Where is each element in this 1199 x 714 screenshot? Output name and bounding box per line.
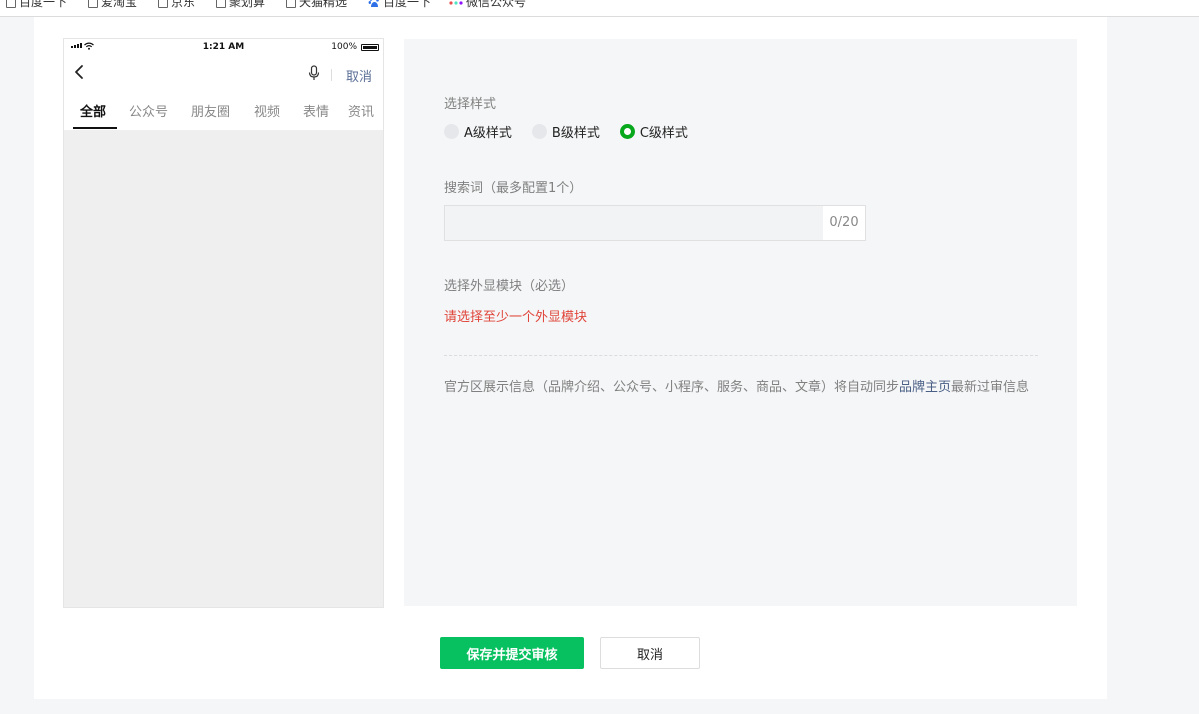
tab-videos[interactable]: 视频 bbox=[254, 101, 280, 120]
radio-icon bbox=[531, 124, 547, 139]
radio-icon bbox=[444, 124, 459, 139]
style-option-a[interactable]: A级样式 bbox=[444, 122, 512, 141]
page-icon bbox=[88, 0, 98, 8]
page-icon bbox=[6, 0, 16, 8]
active-tab-indicator bbox=[73, 127, 117, 129]
section-divider bbox=[444, 355, 1038, 356]
style-option-c[interactable]: C级样式 bbox=[619, 122, 688, 141]
bookmark-item[interactable]: 聚划算 bbox=[216, 0, 265, 9]
bookmark-item[interactable]: 百度一下 bbox=[6, 0, 67, 9]
divider bbox=[331, 69, 332, 81]
note-text: 官方区展示信息（品牌介绍、公众号、小程序、服务、商品、文章）将自动同步 bbox=[444, 380, 900, 395]
bookmark-item[interactable]: 微信公众号 bbox=[449, 0, 526, 9]
style-option-b[interactable]: B级样式 bbox=[531, 122, 600, 141]
bookmarks-bar: 百度一下 爱淘宝 京东 聚划算 天猫精选 百度一下 微信公众号 bbox=[0, 0, 1199, 17]
status-bar: 1:21 AM 100% bbox=[64, 39, 383, 57]
tab-moments[interactable]: 朋友圈 bbox=[191, 101, 230, 120]
preview-cancel-link[interactable]: 取消 bbox=[346, 66, 372, 85]
search-nav: 取消 bbox=[64, 57, 383, 91]
bookmark-item[interactable]: 爱淘宝 bbox=[88, 0, 137, 9]
bookmark-label: 聚划算 bbox=[229, 0, 266, 9]
battery-icon bbox=[361, 44, 379, 51]
bookmark-label: 百度一下 bbox=[383, 0, 432, 9]
bookmark-label: 京东 bbox=[171, 0, 196, 9]
search-tabs: 全部 公众号 朋友圈 视频 表情 资讯 bbox=[64, 95, 383, 130]
keyword-input-wrap: 0/20 bbox=[444, 205, 866, 241]
cancel-button[interactable]: 取消 bbox=[600, 637, 700, 669]
search-preview-phone: 1:21 AM 100% 取消 全部 公众号 朋友圈 视频 表情 资讯 bbox=[63, 38, 384, 608]
battery-percent: 100% bbox=[331, 42, 357, 52]
keyword-char-counter: 0/20 bbox=[823, 206, 865, 240]
page-icon bbox=[286, 0, 296, 8]
style-label: 选择样式 bbox=[444, 97, 497, 112]
module-error-message: 请选择至少一个外显模块 bbox=[444, 310, 588, 325]
style-option-label: C级样式 bbox=[639, 126, 688, 141]
note-text: 最新过审信息 bbox=[951, 380, 1030, 395]
style-option-label: B级样式 bbox=[551, 126, 600, 141]
phone-header: 1:21 AM 100% 取消 全部 公众号 朋友圈 视频 表情 资讯 bbox=[64, 39, 383, 130]
save-submit-button[interactable]: 保存并提交审核 bbox=[440, 637, 584, 669]
microphone-icon[interactable] bbox=[308, 65, 320, 81]
sync-note: 官方区展示信息（品牌介绍、公众号、小程序、服务、商品、文章）将自动同步品牌主页最… bbox=[444, 377, 1038, 399]
bookmark-label: 百度一下 bbox=[19, 0, 68, 9]
bookmark-label: 爱淘宝 bbox=[101, 0, 138, 9]
tab-stickers[interactable]: 表情 bbox=[303, 101, 329, 120]
wechat-mp-icon bbox=[449, 1, 463, 5]
style-radio-group: A级样式 B级样式 C级样式 bbox=[444, 122, 688, 141]
settings-panel: 选择样式 A级样式 B级样式 C级样式 搜索词（最多配置1个） 0/20 选择外… bbox=[404, 39, 1077, 606]
bookmark-item[interactable]: 天猫精选 bbox=[286, 0, 347, 9]
tab-official-accounts[interactable]: 公众号 bbox=[129, 101, 168, 120]
back-arrow-icon[interactable] bbox=[72, 63, 86, 81]
tab-all[interactable]: 全部 bbox=[80, 101, 106, 120]
bookmark-item[interactable]: 百度一下 bbox=[368, 0, 431, 9]
baidu-paw-icon bbox=[368, 0, 379, 7]
keyword-label: 搜索词（最多配置1个） bbox=[444, 181, 583, 196]
brand-homepage-link[interactable]: 品牌主页 bbox=[899, 380, 951, 395]
tab-news[interactable]: 资讯 bbox=[348, 101, 374, 120]
module-label: 选择外显模块（必选） bbox=[444, 279, 575, 294]
keyword-input[interactable] bbox=[445, 206, 823, 240]
bookmark-label: 微信公众号 bbox=[466, 0, 527, 9]
brand-zone-config-card: 1:21 AM 100% 取消 全部 公众号 朋友圈 视频 表情 资讯 选择样式… bbox=[34, 17, 1107, 699]
bookmark-label: 天猫精选 bbox=[299, 0, 348, 9]
style-option-label: A级样式 bbox=[464, 126, 512, 141]
bookmark-item[interactable]: 京东 bbox=[158, 0, 195, 9]
radio-checked-icon bbox=[619, 124, 635, 139]
page-icon bbox=[216, 0, 226, 8]
page-icon bbox=[158, 0, 168, 8]
